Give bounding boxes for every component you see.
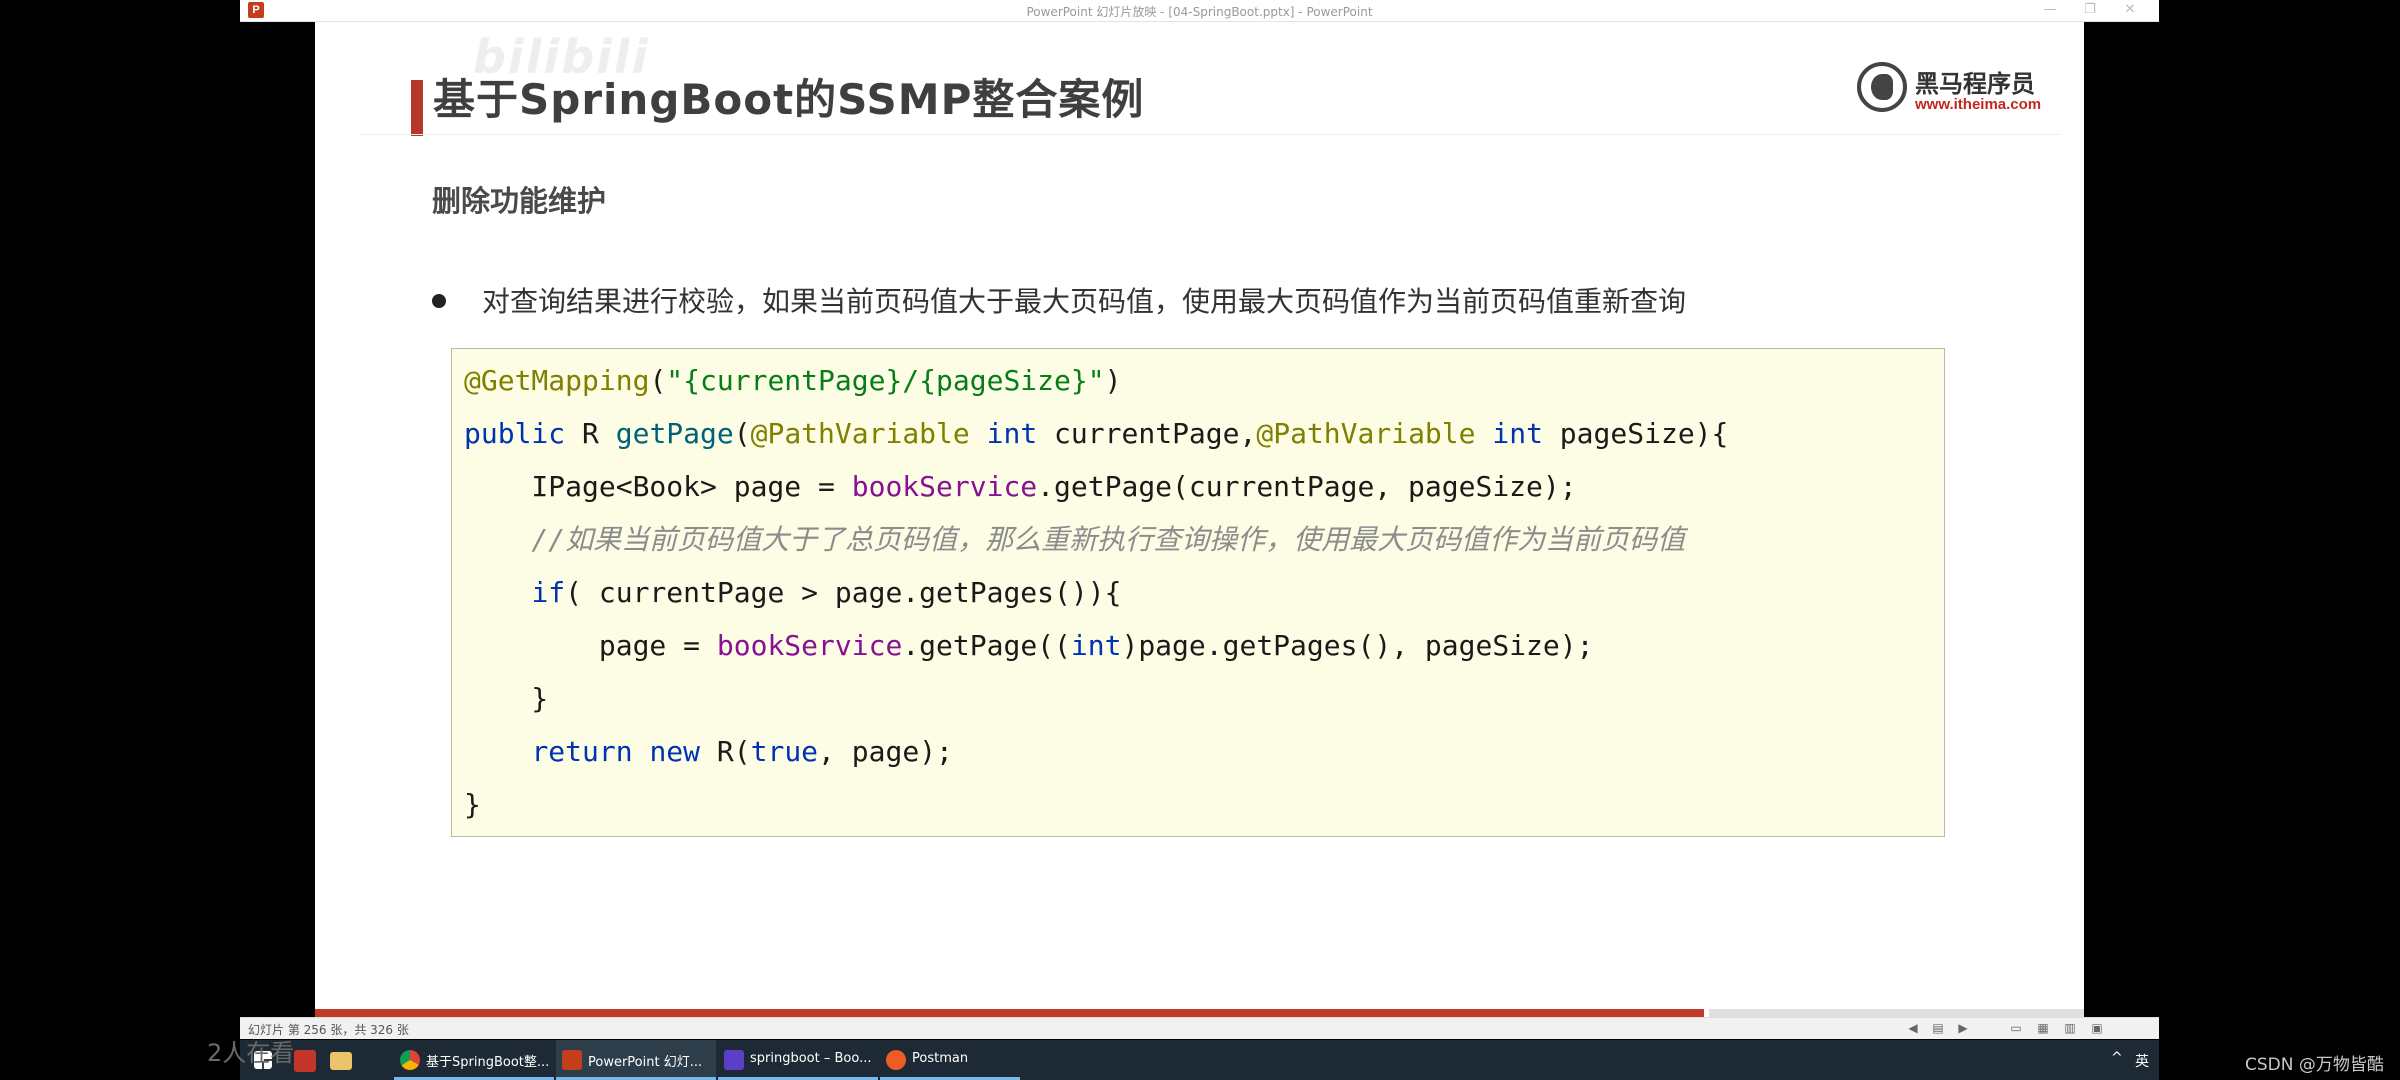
code-text: ( (733, 417, 751, 450)
code-text: currentPage, (1037, 417, 1257, 450)
status-bar: 幻灯片 第 256 张，共 326 张 ◀ ▤ ▶ ▭ ▦ ▥ ▣ (240, 1017, 2159, 1039)
bullet-text: 对查询结果进行校验，如果当前页码值大于最大页码值，使用最大页码值作为当前页码值重… (482, 285, 1687, 318)
code-text: , page); (818, 735, 953, 768)
code-text: } (464, 682, 549, 715)
code-text: R (565, 417, 616, 450)
taskbar: 基于SpringBoot整... PowerPoint 幻灯... spring… (240, 1040, 2159, 1080)
code-text: IPage<Book> page = (464, 470, 852, 503)
code-line: page = bookService.getPage((int)page.get… (464, 626, 1594, 666)
code-line: @GetMapping("{currentPage}/{pageSize}") (464, 361, 1121, 401)
postman-icon (886, 1050, 906, 1070)
code-line: public R getPage(@PathVariable int curre… (464, 414, 1728, 454)
powerpoint-icon (562, 1050, 582, 1070)
code-method: getPage (615, 417, 734, 450)
intellij-icon (724, 1050, 744, 1070)
code-string: "{currentPage}/{pageSize}" (666, 364, 1105, 397)
code-text: ( (649, 364, 667, 397)
app-pinned-icon[interactable] (294, 1050, 316, 1072)
window-title: PowerPoint 幻灯片放映 - [04-SpringBoot.pptx] … (1026, 5, 1373, 19)
code-line: if( currentPage > page.getPages()){ (464, 573, 1121, 613)
code-keyword: return (531, 735, 633, 768)
taskbar-app-chrome[interactable]: 基于SpringBoot整... (394, 1040, 554, 1080)
code-text: ) (1104, 364, 1122, 397)
taskbar-app-powerpoint[interactable]: PowerPoint 幻灯... (556, 1040, 716, 1080)
taskbar-app-postman[interactable]: Postman (880, 1040, 1020, 1080)
normal-view-icon[interactable]: ▭ (2008, 1021, 2024, 1035)
code-keyword: int (1070, 629, 1122, 662)
code-annotation: @PathVariable (1256, 417, 1476, 450)
code-annotation: @GetMapping (464, 364, 650, 397)
input-method-indicator[interactable]: 英 (2135, 1051, 2149, 1071)
logo-name: 黑马程序员 (1915, 70, 2035, 98)
code-keyword: if (531, 576, 566, 609)
code-keyword: public (464, 417, 566, 450)
maximize-button[interactable]: ❐ (2075, 1, 2105, 19)
reading-view-icon[interactable]: ▥ (2062, 1021, 2078, 1035)
code-line: IPage<Book> page = bookService.getPage(c… (464, 467, 1577, 507)
itheima-logo: 黑马程序员 www.itheima.com (1857, 60, 2047, 120)
code-keyword: int (1492, 417, 1543, 450)
minimize-button[interactable]: — (2035, 1, 2065, 19)
code-field: bookService (851, 470, 1038, 503)
viewers-count-overlay: 2人在看 (207, 1039, 295, 1067)
code-text: pageSize){ (1542, 417, 1729, 450)
notes-icon[interactable]: ▤ (1930, 1021, 1946, 1035)
taskbar-app-label: Postman (912, 1051, 969, 1066)
title-accent-bar (411, 80, 423, 136)
taskbar-app-label: PowerPoint 幻灯... (588, 1055, 703, 1070)
code-keyword: true (750, 735, 819, 768)
slideshow-progress-bar (315, 1009, 1704, 1017)
slide[interactable]: 黑 bilibili 基于SpringBoot的SSMP整合案例 黑马程序员 w… (315, 22, 2084, 1017)
code-line: } (464, 679, 548, 719)
code-keyword: new (649, 735, 701, 768)
taskbar-app-label: springboot – Boo... (750, 1051, 872, 1066)
section-heading: 删除功能维护 (432, 184, 607, 218)
close-button[interactable]: ✕ (2115, 1, 2145, 19)
horse-logo-icon (1857, 62, 1907, 112)
prev-icon[interactable]: ◀ (1905, 1021, 1921, 1035)
code-text: R( (700, 735, 751, 768)
code-keyword: int (986, 417, 1038, 450)
slideshow-progress-remaining (1709, 1009, 2084, 1017)
code-line: return new R(true, page); (464, 732, 953, 772)
powerpoint-window: P PowerPoint 幻灯片放映 - [04-SpringBoot.pptx… (240, 0, 2159, 1040)
code-text: )page.getPages(), pageSize); (1121, 629, 1594, 662)
code-annotation: @PathVariable (750, 417, 970, 450)
next-icon[interactable]: ▶ (1955, 1021, 1971, 1035)
code-text: .getPage(( (902, 629, 1071, 662)
code-text: } (464, 788, 481, 821)
chrome-icon (400, 1050, 420, 1070)
code-text: page = (464, 629, 717, 662)
code-text: ( currentPage > page.getPages()){ (565, 576, 1122, 609)
code-text: .getPage(currentPage, pageSize); (1037, 470, 1577, 503)
tray-chevron-icon[interactable]: ^ (2111, 1050, 2123, 1066)
code-comment: //如果当前页码值大于了总页码值，那么重新执行查询操作，使用最大页码值作为当前页… (464, 523, 1686, 556)
code-block: @GetMapping("{currentPage}/{pageSize}") … (451, 348, 1945, 837)
code-line: } (464, 785, 481, 825)
slide-title: 基于SpringBoot的SSMP整合案例 (433, 75, 1145, 124)
logo-url: www.itheima.com (1915, 96, 2042, 113)
slideshow-icon[interactable]: ▣ (2089, 1021, 2105, 1035)
file-explorer-icon[interactable] (330, 1052, 352, 1070)
bullet-icon (432, 294, 446, 308)
title-bar[interactable]: P PowerPoint 幻灯片放映 - [04-SpringBoot.pptx… (240, 0, 2159, 22)
taskbar-app-label: 基于SpringBoot整... (426, 1055, 550, 1070)
csdn-watermark: CSDN @万物皆酷 (2245, 1055, 2384, 1075)
taskbar-app-intellij[interactable]: springboot – Boo... (718, 1040, 878, 1080)
code-field: bookService (716, 629, 903, 662)
sorter-view-icon[interactable]: ▦ (2035, 1021, 2051, 1035)
code-line: //如果当前页码值大于了总页码值，那么重新执行查询操作，使用最大页码值作为当前页… (464, 520, 1685, 560)
title-divider (361, 134, 2061, 135)
